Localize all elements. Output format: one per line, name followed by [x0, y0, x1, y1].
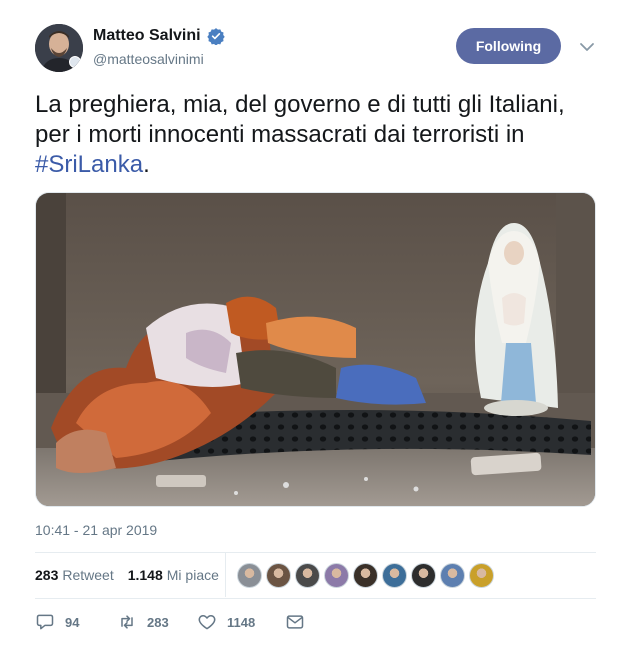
heart-icon	[198, 615, 216, 630]
avatar-badge-icon	[69, 56, 81, 68]
tweet-stats: 283 Retweet 1.148 Mi piace	[35, 567, 219, 583]
divider-bottom	[35, 598, 596, 599]
liker-avatar-8-icon[interactable]	[440, 563, 465, 588]
divider-top	[35, 552, 596, 553]
reply-icon	[36, 614, 54, 630]
stats-separator	[225, 553, 226, 597]
like-action[interactable]: 1148	[197, 612, 285, 632]
tweet-text-end: .	[143, 151, 150, 178]
retweets-label[interactable]: Retweet	[62, 567, 113, 583]
tweet-text-body: La preghiera, mia, del governo e di tutt…	[35, 91, 565, 148]
liker-avatar-2-icon[interactable]	[266, 563, 291, 588]
tweet-card: Matteo Salvini @matteosalvinimi Followin…	[0, 0, 626, 650]
verified-badge-icon	[206, 28, 225, 45]
liker-avatar-9-icon[interactable]	[469, 563, 494, 588]
liker-avatar-7-icon[interactable]	[411, 563, 436, 588]
user-handle[interactable]: @matteosalvinimi	[93, 51, 204, 67]
retweets-count[interactable]: 283	[35, 567, 58, 583]
user-name-row: Matteo Salvini	[93, 27, 225, 45]
direct-message-action[interactable]	[285, 612, 305, 632]
retweet-count: 283	[147, 614, 169, 630]
following-button[interactable]: Following	[456, 28, 561, 64]
envelope-icon	[286, 615, 304, 629]
tweet-timestamp[interactable]: 10:41 - 21 apr 2019	[35, 522, 157, 538]
user-avatar[interactable]	[35, 24, 83, 72]
likes-count[interactable]: 1.148	[128, 567, 163, 583]
liker-avatars	[237, 563, 494, 588]
liker-avatar-6-icon[interactable]	[382, 563, 407, 588]
tweet-text: La preghiera, mia, del governo e di tutt…	[35, 90, 595, 180]
liker-avatar-3-icon[interactable]	[295, 563, 320, 588]
liker-avatar-1-icon[interactable]	[237, 563, 262, 588]
retweet-action[interactable]: 283	[117, 612, 197, 632]
liker-avatar-5-icon[interactable]	[353, 563, 378, 588]
photo-image	[36, 193, 595, 506]
reply-count: 94	[65, 614, 80, 630]
hashtag-link[interactable]: #SriLanka	[35, 151, 143, 178]
tweet-actions: 94 283 1148	[35, 612, 305, 632]
tweet-photo[interactable]	[35, 192, 596, 507]
liker-avatar-4-icon[interactable]	[324, 563, 349, 588]
retweet-icon	[121, 615, 133, 629]
chevron-down-icon[interactable]	[578, 38, 596, 56]
reply-action[interactable]: 94	[35, 612, 117, 632]
likes-label[interactable]: Mi piace	[167, 567, 219, 583]
user-name[interactable]: Matteo Salvini	[93, 27, 201, 45]
like-count: 1148	[227, 614, 256, 630]
